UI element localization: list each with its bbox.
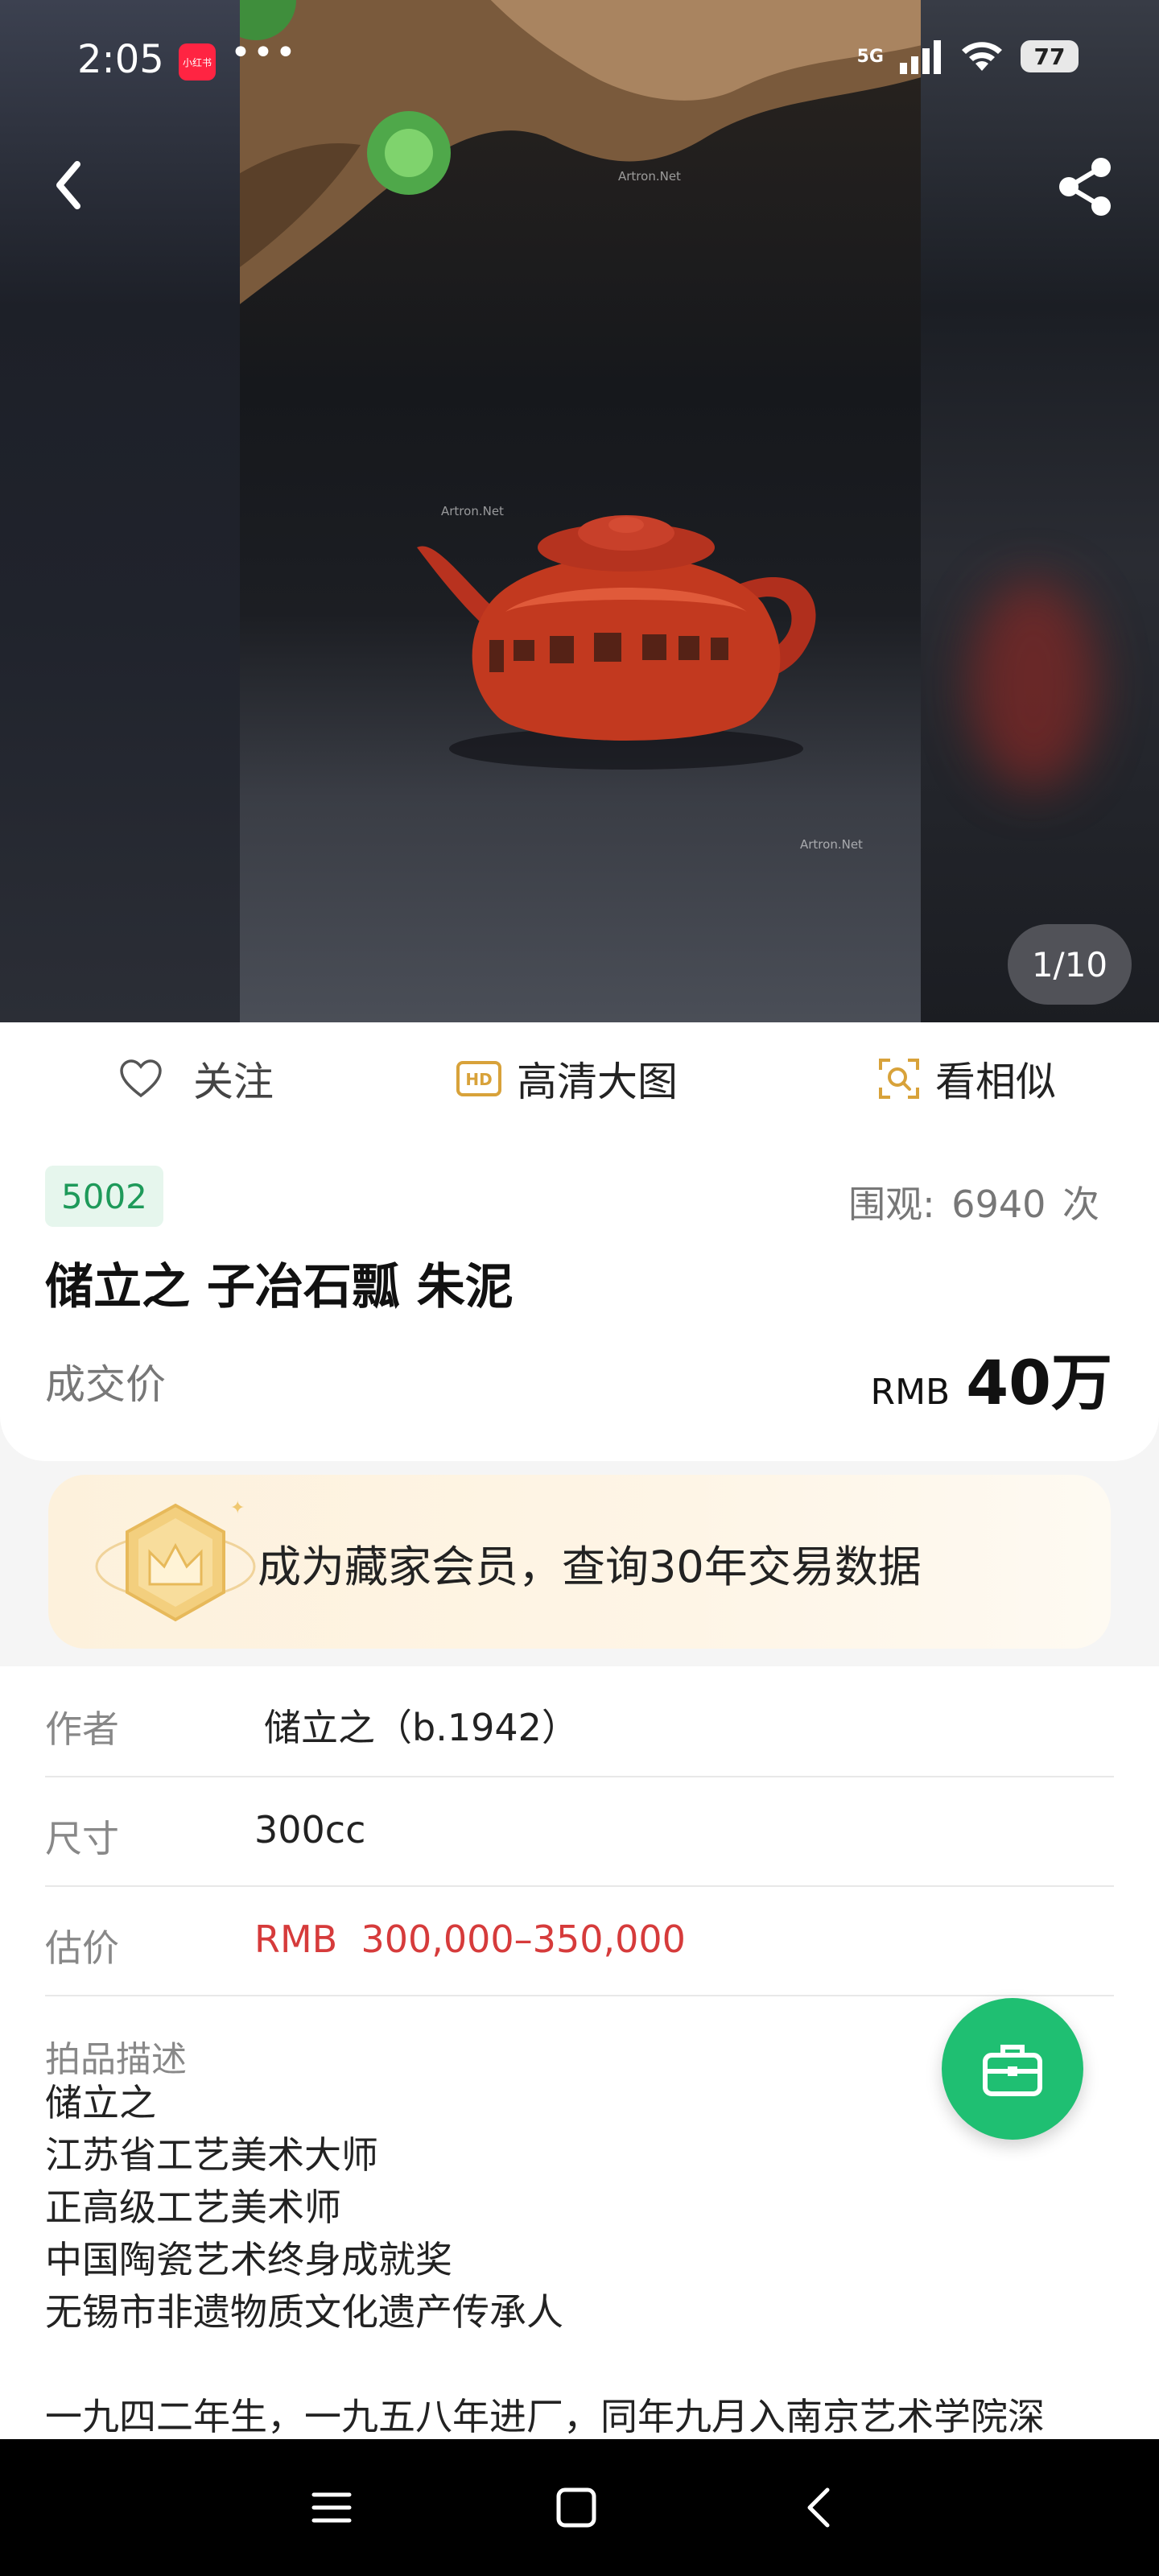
- more-notifications-icon: •••: [230, 32, 298, 73]
- battery-icon: 77: [1021, 40, 1079, 72]
- share-icon[interactable]: [1054, 156, 1116, 217]
- author-row: 作者 储立之（b.1942）: [45, 1666, 1114, 1777]
- gallery-blur-left: [0, 0, 240, 1022]
- deal-price-label: 成交价: [45, 1361, 166, 1408]
- description-line: 储立之: [45, 2081, 156, 2124]
- image-action-bar: 关注 HD 高清大图 看相似: [0, 1022, 1159, 1137]
- description-line: 中国陶瓷艺术终身成就奖: [45, 2238, 452, 2281]
- description-label: 拍品描述: [45, 2039, 187, 2080]
- app-notification-icon: 小红书: [179, 43, 216, 80]
- estimate-label: 估价: [45, 1926, 119, 1970]
- views-unit: 次: [1062, 1183, 1099, 1226]
- description-bio: 一九四二年生，一九五八年进厂，同年九月入南京艺术学院深: [45, 2395, 1045, 2438]
- description-text: 储立之 江苏省工艺美术大师 正高级工艺美术师 中国陶瓷艺术终身成就奖 无锡市非遗…: [45, 2077, 563, 2339]
- views-count: 6940: [951, 1183, 1046, 1226]
- similar-button[interactable]: 看相似: [877, 1022, 1056, 1135]
- watermark: Artron.Net: [618, 169, 681, 184]
- gallery-blur-right: [921, 0, 1159, 1022]
- toolbox-fab-button[interactable]: [942, 1998, 1083, 2140]
- estimate-row: 估价 RMB 300,000–350,000: [45, 1885, 1114, 1996]
- author-value[interactable]: 储立之（b.1942）: [264, 1699, 579, 1752]
- image-gallery[interactable]: Artron.Net Artron.Net Artron.Net 2:05 小红…: [0, 0, 1159, 1022]
- size-value: 300cc: [254, 1808, 366, 1852]
- member-promo-banner[interactable]: ✦ 成为藏家会员，查询30年交易数据: [48, 1475, 1111, 1649]
- hd-image-label: 高清大图: [517, 1059, 678, 1105]
- heart-icon: [120, 1059, 162, 1098]
- status-time: 2:05: [77, 37, 164, 82]
- description-line: 江苏省工艺美术大师: [45, 2133, 378, 2177]
- signal-icon: [900, 40, 941, 74]
- system-navigation-bar: [0, 2439, 1159, 2576]
- views-label: 围观:: [848, 1183, 935, 1226]
- watermark: Artron.Net: [800, 837, 863, 852]
- wifi-icon: [962, 42, 1002, 71]
- description-line: 正高级工艺美术师: [45, 2186, 341, 2229]
- member-promo-text: 成为藏家会员，查询30年交易数据: [258, 1542, 922, 1592]
- network-type: 5G: [856, 46, 884, 67]
- teapot-image: [417, 515, 816, 770]
- briefcase-icon: [983, 2045, 1042, 2096]
- crown-badge-icon: ✦: [95, 1498, 256, 1622]
- lot-info-card: 5002 围观: 6940 次 储立之 子冶石瓢 朱泥 成交价 RMB 40万: [0, 1135, 1159, 1461]
- teapot-photo[interactable]: Artron.Net Artron.Net Artron.Net: [240, 0, 921, 1022]
- svg-text:HD: HD: [465, 1070, 492, 1089]
- lot-number-badge: 5002: [45, 1166, 163, 1227]
- image-page-counter: 1/10: [1008, 924, 1132, 1005]
- scan-similar-icon: [879, 1059, 919, 1099]
- hd-image-button[interactable]: HD 高清大图: [456, 1022, 678, 1135]
- hd-icon: HD: [456, 1061, 501, 1096]
- back-icon[interactable]: [45, 153, 89, 217]
- lot-title: 储立之 子冶石瓢 朱泥: [45, 1259, 514, 1315]
- price-currency: RMB: [870, 1372, 951, 1413]
- description-line: 无锡市非遗物质文化遗产传承人: [45, 2290, 563, 2334]
- home-icon[interactable]: [552, 2483, 600, 2532]
- deal-price: RMB 40万: [871, 1333, 1113, 1422]
- svg-text:✦: ✦: [230, 1498, 245, 1518]
- similar-label: 看相似: [935, 1059, 1056, 1105]
- estimate-value: RMB 300,000–350,000: [254, 1918, 686, 1961]
- status-indicators: 5G 77: [857, 39, 1079, 74]
- follow-label: 关注: [193, 1059, 274, 1105]
- menu-icon[interactable]: [307, 2483, 356, 2532]
- system-back-icon[interactable]: [797, 2483, 845, 2532]
- view-count: 围观: 6940 次: [843, 1175, 1099, 1228]
- size-label: 尺寸: [45, 1817, 119, 1860]
- price-amount: 40万: [966, 1347, 1112, 1418]
- author-label: 作者: [45, 1707, 119, 1751]
- size-row: 尺寸 300cc: [45, 1776, 1114, 1887]
- follow-button[interactable]: 关注: [119, 1022, 274, 1135]
- status-bar: 2:05 小红书 ••• 5G 77: [0, 0, 1159, 121]
